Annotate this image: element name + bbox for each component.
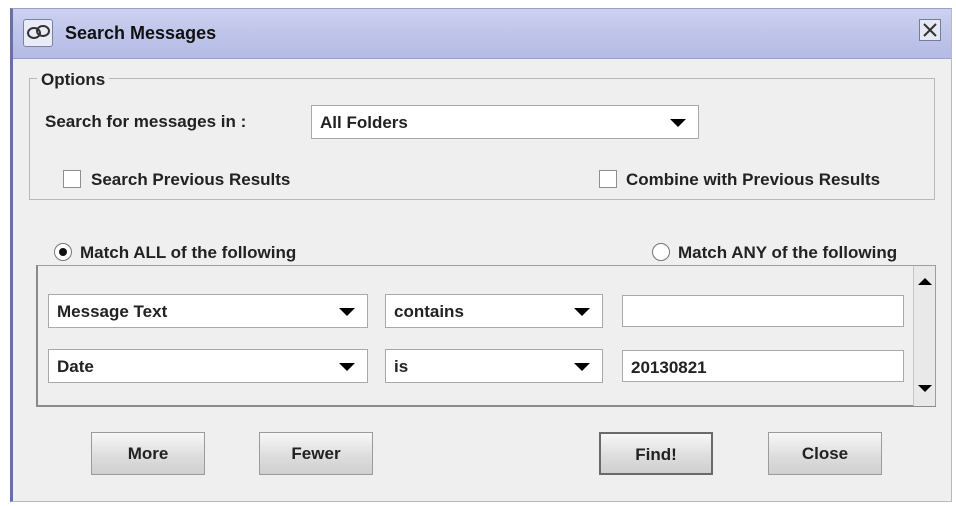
match-all-label[interactable]: Match ALL of the following [80,243,296,263]
close-button[interactable]: Close [768,432,882,475]
folder-select[interactable]: All Folders [311,105,699,139]
criteria-operator-value: is [394,357,409,376]
scroll-up-arrow-icon[interactable] [918,278,932,285]
fewer-button[interactable]: Fewer [259,432,373,475]
criteria-value-input[interactable]: 20130821 [622,350,904,382]
search-in-label: Search for messages in : [45,112,247,131]
criteria-value-input[interactable] [622,295,904,327]
dialog-title: Search Messages [65,23,217,43]
search-previous-results-checkbox[interactable] [63,170,81,188]
criteria-value-text: 20130821 [631,358,707,377]
match-any-radio[interactable] [652,243,670,261]
combine-previous-results-checkbox[interactable] [599,170,617,188]
combine-previous-results-label[interactable]: Combine with Previous Results [626,170,880,190]
folder-select-value: All Folders [320,113,408,132]
criteria-field-select[interactable]: Message Text [48,294,368,328]
close-icon[interactable] [919,19,941,41]
search-messages-icon [23,19,53,47]
find-button[interactable]: Find! [599,432,713,475]
criteria-operator-select[interactable]: contains [385,294,603,328]
chevron-down-icon [670,119,686,127]
options-legend: Options [37,70,110,90]
chevron-down-icon [574,308,590,316]
criteria-field-select[interactable]: Date [48,349,368,383]
more-button[interactable]: More [91,432,205,475]
match-all-radio[interactable] [54,243,72,261]
title-bar[interactable]: Search Messages [13,9,951,59]
criteria-operator-select[interactable]: is [385,349,603,383]
chevron-down-icon [339,363,355,371]
chevron-down-icon [339,308,355,316]
criteria-scrollbar[interactable] [913,266,935,406]
criteria-field-value: Message Text [57,302,168,321]
scroll-down-arrow-icon[interactable] [918,385,932,392]
criteria-field-value: Date [57,357,94,376]
match-any-label[interactable]: Match ANY of the following [678,243,897,263]
chevron-down-icon [574,363,590,371]
criteria-list [36,265,936,407]
criteria-operator-value: contains [394,302,464,321]
search-previous-results-label[interactable]: Search Previous Results [91,170,290,190]
search-messages-dialog: Search Messages Options Search for messa… [10,8,952,502]
